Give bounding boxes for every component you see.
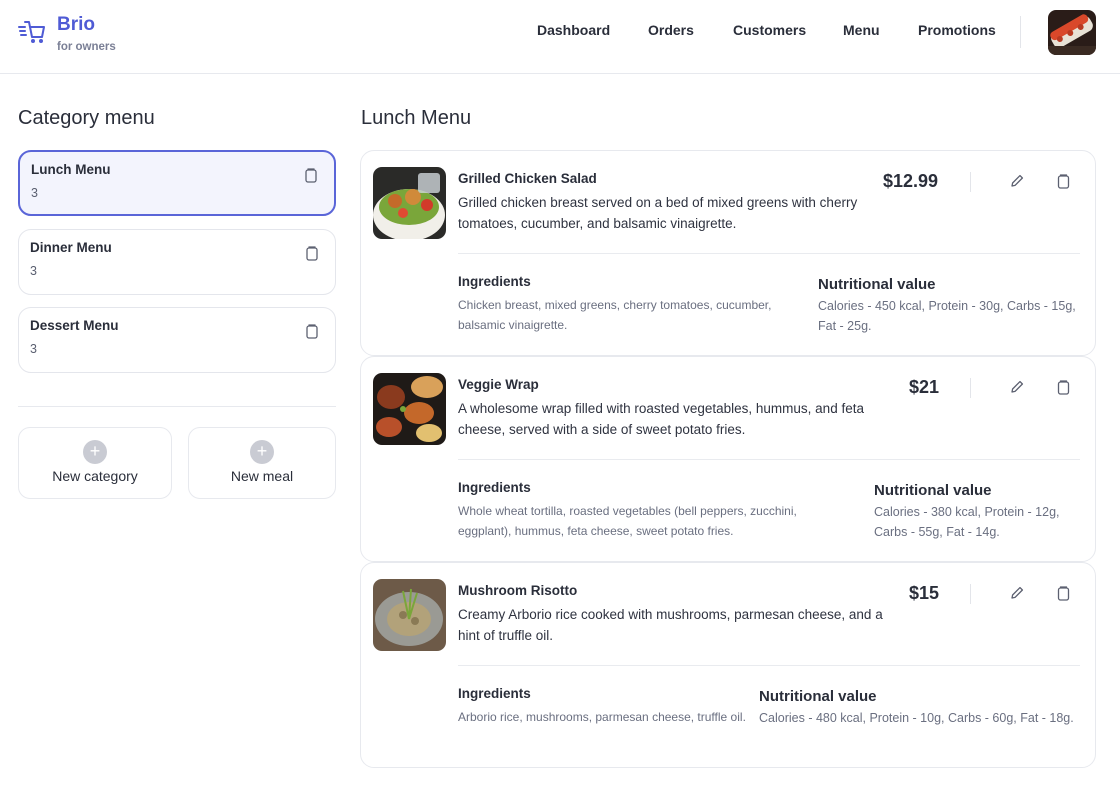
brand-logo[interactable]: Brio for owners (18, 14, 116, 53)
category-menu-title: Category menu (18, 107, 155, 129)
meal-separator (458, 459, 1080, 460)
meal-description: Creamy Arborio rice cooked with mushroom… (458, 607, 883, 643)
ingredients-label: Ingredients (458, 480, 531, 495)
meal-price: $12.99 (883, 171, 939, 191)
meal-price: $21 (909, 377, 940, 397)
nutrition-label: Nutritional value (759, 688, 877, 705)
meal-separator (458, 665, 1080, 666)
meal-card: Veggie Wrap A wholesome wrap filled with… (360, 356, 1096, 562)
meal-image (373, 167, 446, 239)
new-category-label: New category (52, 468, 138, 484)
sidebar-divider (18, 406, 336, 407)
category-card-lunch[interactable]: Lunch Menu 3 (18, 150, 336, 216)
brand-subtitle: for owners (57, 41, 116, 53)
nav-divider (1020, 16, 1021, 48)
meal-description: Grilled chicken breast served on a bed o… (458, 195, 858, 231)
nutrition-text: Calories - 450 kcal, Protein - 30g, Carb… (818, 299, 1076, 333)
meal-image (373, 373, 446, 445)
nav-promotions[interactable]: Promotions (918, 22, 996, 38)
trash-icon[interactable] (305, 245, 319, 261)
brand-title: Brio (57, 14, 95, 35)
ingredients-text: Chicken breast, mixed greens, cherry tom… (458, 298, 772, 332)
trash-icon[interactable] (304, 167, 318, 183)
meal-name: Grilled Chicken Salad (458, 171, 597, 186)
meal-name: Veggie Wrap (458, 377, 539, 392)
price-divider (970, 584, 971, 604)
cart-icon (18, 21, 45, 43)
trash-icon[interactable] (1057, 585, 1070, 601)
price-divider (970, 378, 971, 398)
category-card-dessert[interactable]: Dessert Menu 3 (18, 307, 336, 373)
meal-price: $15 (909, 583, 940, 603)
meal-description: A wholesome wrap filled with roasted veg… (458, 401, 864, 437)
new-category-button[interactable]: + New category (18, 427, 172, 499)
ingredients-text: Whole wheat tortilla, roasted vegetables… (458, 504, 797, 538)
top-header: Brio for owners Dashboard Orders Custome… (0, 0, 1120, 74)
avatar-image (1048, 10, 1096, 55)
nav-dashboard[interactable]: Dashboard (537, 22, 610, 38)
nutrition-label: Nutritional value (818, 276, 936, 293)
avatar[interactable] (1048, 10, 1096, 55)
trash-icon[interactable] (305, 323, 319, 339)
new-meal-button[interactable]: + New meal (188, 427, 336, 499)
new-meal-label: New meal (230, 468, 294, 484)
meal-card: Mushroom Risotto Creamy Arborio rice coo… (360, 562, 1096, 768)
nutrition-text: Calories - 380 kcal, Protein - 12g, Carb… (874, 505, 1060, 539)
ingredients-text: Arborio rice, mushrooms, parmesan cheese… (458, 710, 746, 724)
ingredients-label: Ingredients (458, 686, 531, 701)
category-count: 3 (30, 342, 37, 356)
edit-icon[interactable] (1009, 379, 1025, 395)
plus-icon: + (250, 440, 274, 464)
price-divider (970, 172, 971, 192)
nutrition-label: Nutritional value (874, 482, 992, 499)
menu-title: Lunch Menu (361, 107, 472, 129)
category-count: 3 (31, 186, 38, 200)
meal-image (373, 579, 446, 651)
meal-name: Mushroom Risotto (458, 583, 578, 598)
trash-icon[interactable] (1057, 173, 1070, 189)
category-name: Lunch Menu (31, 162, 111, 177)
edit-icon[interactable] (1009, 173, 1025, 189)
category-card-dinner[interactable]: Dinner Menu 3 (18, 229, 336, 295)
trash-icon[interactable] (1057, 379, 1070, 395)
nav-menu[interactable]: Menu (843, 22, 880, 38)
category-count: 3 (30, 264, 37, 278)
nav-orders[interactable]: Orders (648, 22, 694, 38)
category-name: Dessert Menu (30, 318, 119, 333)
meal-card: Grilled Chicken Salad Grilled chicken br… (360, 150, 1096, 356)
nutrition-text: Calories - 480 kcal, Protein - 10g, Carb… (759, 711, 1074, 725)
category-name: Dinner Menu (30, 240, 112, 255)
meal-separator (458, 253, 1080, 254)
ingredients-label: Ingredients (458, 274, 531, 289)
edit-icon[interactable] (1009, 585, 1025, 601)
plus-icon: + (83, 440, 107, 464)
nav-customers[interactable]: Customers (733, 22, 806, 38)
